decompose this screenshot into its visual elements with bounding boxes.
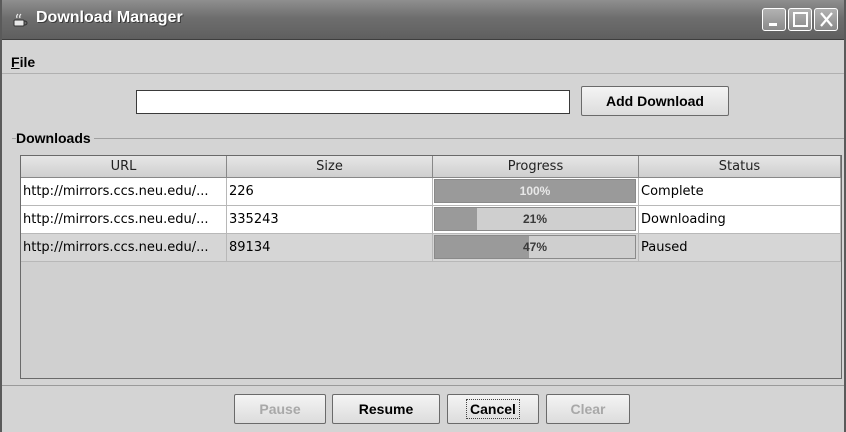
menu-file[interactable]: File xyxy=(11,54,35,70)
maximize-icon xyxy=(793,12,808,27)
size-cell: 89134 xyxy=(227,234,433,262)
cancel-button-label: Cancel xyxy=(466,399,520,419)
maximize-button[interactable] xyxy=(788,8,812,31)
progress-cell: 47% xyxy=(433,234,639,262)
menu-file-mnemonic: F xyxy=(11,54,20,70)
status-cell: Downloading xyxy=(639,206,841,234)
resume-button[interactable]: Resume xyxy=(332,394,440,424)
column-header-size[interactable]: Size xyxy=(227,156,433,178)
progress-cell: 100% xyxy=(433,178,639,206)
table-row[interactable]: http://mirrors.ccs.neu.edu/... 89134 47%… xyxy=(21,234,841,262)
progress-bar: 100% xyxy=(434,179,636,203)
column-header-progress[interactable]: Progress xyxy=(433,156,639,178)
button-panel-separator xyxy=(2,385,844,386)
downloads-table[interactable]: URL Size Progress Status http://mirrors.… xyxy=(20,155,842,379)
minimize-icon xyxy=(769,23,777,26)
column-header-url[interactable]: URL xyxy=(21,156,227,178)
progress-label: 100% xyxy=(519,184,551,198)
close-button[interactable] xyxy=(814,8,838,31)
title-bar[interactable]: Download Manager xyxy=(2,0,844,40)
cancel-button[interactable]: Cancel xyxy=(447,394,539,424)
url-input[interactable] xyxy=(136,90,570,114)
progress-bar: 21% xyxy=(434,207,636,231)
download-manager-window: Download Manager File Add Download Downl… xyxy=(0,0,846,432)
size-cell: 226 xyxy=(227,178,433,206)
menu-file-label: ile xyxy=(19,54,36,70)
downloads-group-title: Downloads xyxy=(16,130,94,146)
progress-bar: 47% xyxy=(434,235,636,259)
url-cell: http://mirrors.ccs.neu.edu/... xyxy=(21,178,227,206)
status-cell: Complete xyxy=(639,178,841,206)
clear-button[interactable]: Clear xyxy=(546,394,630,424)
table-header: URL Size Progress Status xyxy=(21,156,841,178)
progress-cell: 21% xyxy=(433,206,639,234)
minimize-button[interactable] xyxy=(762,8,786,31)
table-row[interactable]: http://mirrors.ccs.neu.edu/... 335243 21… xyxy=(21,206,841,234)
table-row[interactable]: http://mirrors.ccs.neu.edu/... 226 100% … xyxy=(21,178,841,206)
column-header-status[interactable]: Status xyxy=(639,156,841,178)
url-cell: http://mirrors.ccs.neu.edu/... xyxy=(21,206,227,234)
add-download-button[interactable]: Add Download xyxy=(581,86,729,116)
url-cell: http://mirrors.ccs.neu.edu/... xyxy=(21,234,227,262)
pause-button[interactable]: Pause xyxy=(234,394,326,424)
progress-label: 47% xyxy=(522,240,548,254)
size-cell: 335243 xyxy=(227,206,433,234)
status-cell: Paused xyxy=(639,234,841,262)
close-icon xyxy=(820,12,833,27)
menu-bar: File xyxy=(2,50,844,74)
window-title: Download Manager xyxy=(36,9,183,26)
java-cup-icon xyxy=(12,11,29,28)
progress-label: 21% xyxy=(522,212,548,226)
